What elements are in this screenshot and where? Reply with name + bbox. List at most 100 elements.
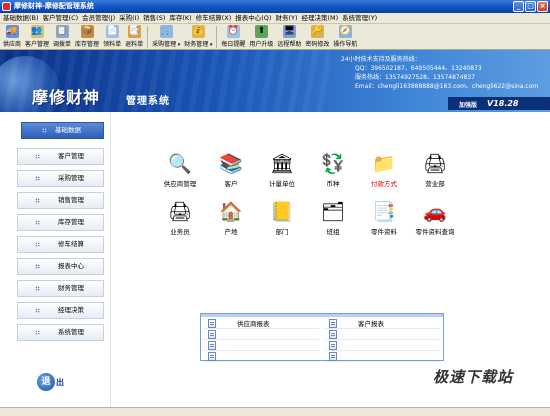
reports-right-column: 客户报表 [325, 318, 440, 362]
menu-item[interactable]: 会员管理(J) [80, 13, 117, 23]
toolbar-button-label: 供应商 [3, 41, 22, 48]
report-label: 供应商报表 [237, 320, 270, 328]
function-item[interactable]: 🖨 业务员 [154, 200, 206, 236]
toolbar-button[interactable]: 💰 财务管理 [182, 24, 214, 50]
maximize-button[interactable]: □ [525, 1, 536, 12]
menu-item[interactable]: 客户管理(C) [41, 13, 81, 23]
function-item[interactable]: 📑 零件资料 [358, 200, 410, 236]
toolbar-button-label: 客户管理 [25, 41, 50, 48]
toolbar-button[interactable]: 🧭 操作导航 [331, 24, 359, 50]
truck-icon: 🚚 [5, 25, 19, 38]
function-item[interactable]: 🚗 零件资料查询 [409, 200, 461, 236]
bullet-icon [42, 128, 47, 133]
bullet-icon [35, 286, 40, 291]
parts-query-icon: 🚗 [423, 201, 447, 223]
report-row[interactable] [325, 329, 440, 340]
sidebar-item[interactable]: 报表中心 [17, 258, 104, 275]
function-item-label: 客户 [224, 180, 238, 188]
report-row[interactable] [204, 329, 319, 340]
minimize-button[interactable]: _ [513, 1, 524, 12]
unit-measure-icon: 🏛 [269, 153, 295, 175]
reports-panel: 供应商报表 客户报表 [200, 313, 444, 362]
sidebar-item-label: 经理决策 [58, 306, 84, 314]
toolbar-button-label: 领料单 [103, 41, 122, 48]
function-item-label: 零件资料查询 [415, 228, 455, 236]
brand-subtitle: 管理系统 [126, 96, 170, 107]
sidebar-item[interactable]: 客户管理 [17, 148, 104, 165]
toolbar-button[interactable]: 📄 领料单 [101, 24, 123, 50]
report-row[interactable]: 供应商报表 [204, 318, 319, 329]
function-item[interactable]: 🏠 产地 [205, 200, 257, 236]
salesman-icon: 🖨 [167, 201, 193, 223]
sidebar-item[interactable]: 系统管理 [17, 324, 104, 341]
status-bar [0, 407, 550, 416]
function-item[interactable]: 💱 币种 [307, 152, 359, 188]
sidebar-item[interactable]: 库存管理 [17, 214, 104, 231]
function-item[interactable]: 📁 付款方式 [358, 152, 410, 188]
function-item[interactable]: 🖨 营业部 [409, 152, 461, 188]
menu-item[interactable]: 采购(I) [117, 13, 141, 23]
report-document-icon [208, 318, 216, 328]
function-item[interactable]: 🔍 供应商管理 [154, 152, 206, 188]
function-item-label: 币种 [326, 180, 340, 188]
exit-button[interactable]: 退 出 [37, 373, 64, 391]
toolbar-button[interactable]: 📋 调拨单 [51, 24, 73, 50]
toolbar-button-label: 远程帮助 [277, 41, 302, 48]
contact-line: QQ：396502187、649505444、13240873 [355, 65, 482, 72]
bullet-icon [35, 154, 40, 159]
sidebar-item[interactable]: 修车结算 [17, 236, 104, 253]
main-content: 🔍 供应商管理 📚 客户 🏛 计量单位 💱 币种 📁 付款方式 🖨 营业部 🖨 业务员 🏠 产地 📒 部门 🗂 班组 📑… [110, 112, 550, 407]
report-row[interactable] [204, 351, 319, 362]
menu-item[interactable]: 报表中心(Q) [233, 13, 273, 23]
customer-icon: 👥 [30, 25, 44, 38]
toolbar-separator [147, 26, 149, 48]
menu-item[interactable]: 经理决策(M) [299, 13, 340, 23]
exit-icon: 退 [37, 373, 55, 391]
bullet-icon [35, 220, 40, 225]
close-button[interactable]: × [537, 1, 548, 12]
report-row[interactable]: 客户报表 [325, 318, 440, 329]
menu-item[interactable]: 销售(S) [141, 13, 167, 23]
menu-item[interactable]: 基础数据(B) [1, 13, 41, 23]
function-item[interactable]: 📒 部门 [256, 200, 308, 236]
sidebar-item[interactable]: 基础数据 [21, 122, 104, 139]
menu-item[interactable]: 系统管理(Y) [340, 13, 379, 23]
toolbar-button[interactable]: 🖥 远程帮助 [275, 24, 303, 50]
menu-item[interactable]: 财务(Y) [273, 13, 299, 23]
toolbar-button[interactable]: ⏰ 每日提醒 [219, 24, 247, 50]
sidebar-item[interactable]: 经理决策 [17, 302, 104, 319]
menu-item[interactable]: 库存(K) [167, 13, 193, 23]
team-icon: 🗂 [320, 201, 346, 223]
toolbar-button-label: 操作导航 [333, 41, 358, 48]
report-row[interactable] [204, 340, 319, 351]
sidebar-item-label: 客户管理 [58, 152, 84, 160]
transfer-icon: 📋 [55, 25, 69, 38]
toolbar-button[interactable]: ⬆ 用户升级 [247, 24, 275, 50]
toolbar-button[interactable]: 🚚 供应商 [1, 24, 23, 50]
return-icon: 📑 [127, 25, 141, 38]
toolbar-button-label: 库存管理 [75, 41, 100, 48]
toolbar-button[interactable]: 📑 退料单 [123, 24, 145, 50]
sidebar-item[interactable]: 采购管理 [17, 170, 104, 187]
sidebar-item[interactable]: 财务管理 [17, 280, 104, 297]
report-row[interactable] [325, 340, 440, 351]
report-document-icon [208, 329, 216, 339]
function-item[interactable]: 📚 客户 [205, 152, 257, 188]
app-icon [2, 2, 11, 11]
edition-label: 加强版 [459, 102, 478, 109]
toolbar-button[interactable]: 👥 客户管理 [23, 24, 51, 50]
menu-item[interactable]: 修车结算(X) [194, 13, 234, 23]
toolbar-button[interactable]: 🛒 采购管理 [150, 24, 182, 50]
customer-books-icon: 📚 [219, 153, 243, 175]
sidebar-item[interactable]: 销售管理 [17, 192, 104, 209]
bullet-icon [35, 308, 40, 313]
function-item-label: 营业部 [425, 180, 445, 188]
toolbar-button[interactable]: 🔑 密码修改 [303, 24, 331, 50]
title-bar: 摩修财神-摩修配管理系统 _ □ × [0, 0, 550, 13]
function-item[interactable]: 🗂 班组 [307, 200, 359, 236]
finance-icon: 💰 [191, 25, 205, 38]
reports-left-column: 供应商报表 [204, 318, 319, 362]
function-item[interactable]: 🏛 计量单位 [256, 152, 308, 188]
report-row[interactable] [325, 351, 440, 362]
toolbar-button[interactable]: 📦 库存管理 [73, 24, 101, 50]
